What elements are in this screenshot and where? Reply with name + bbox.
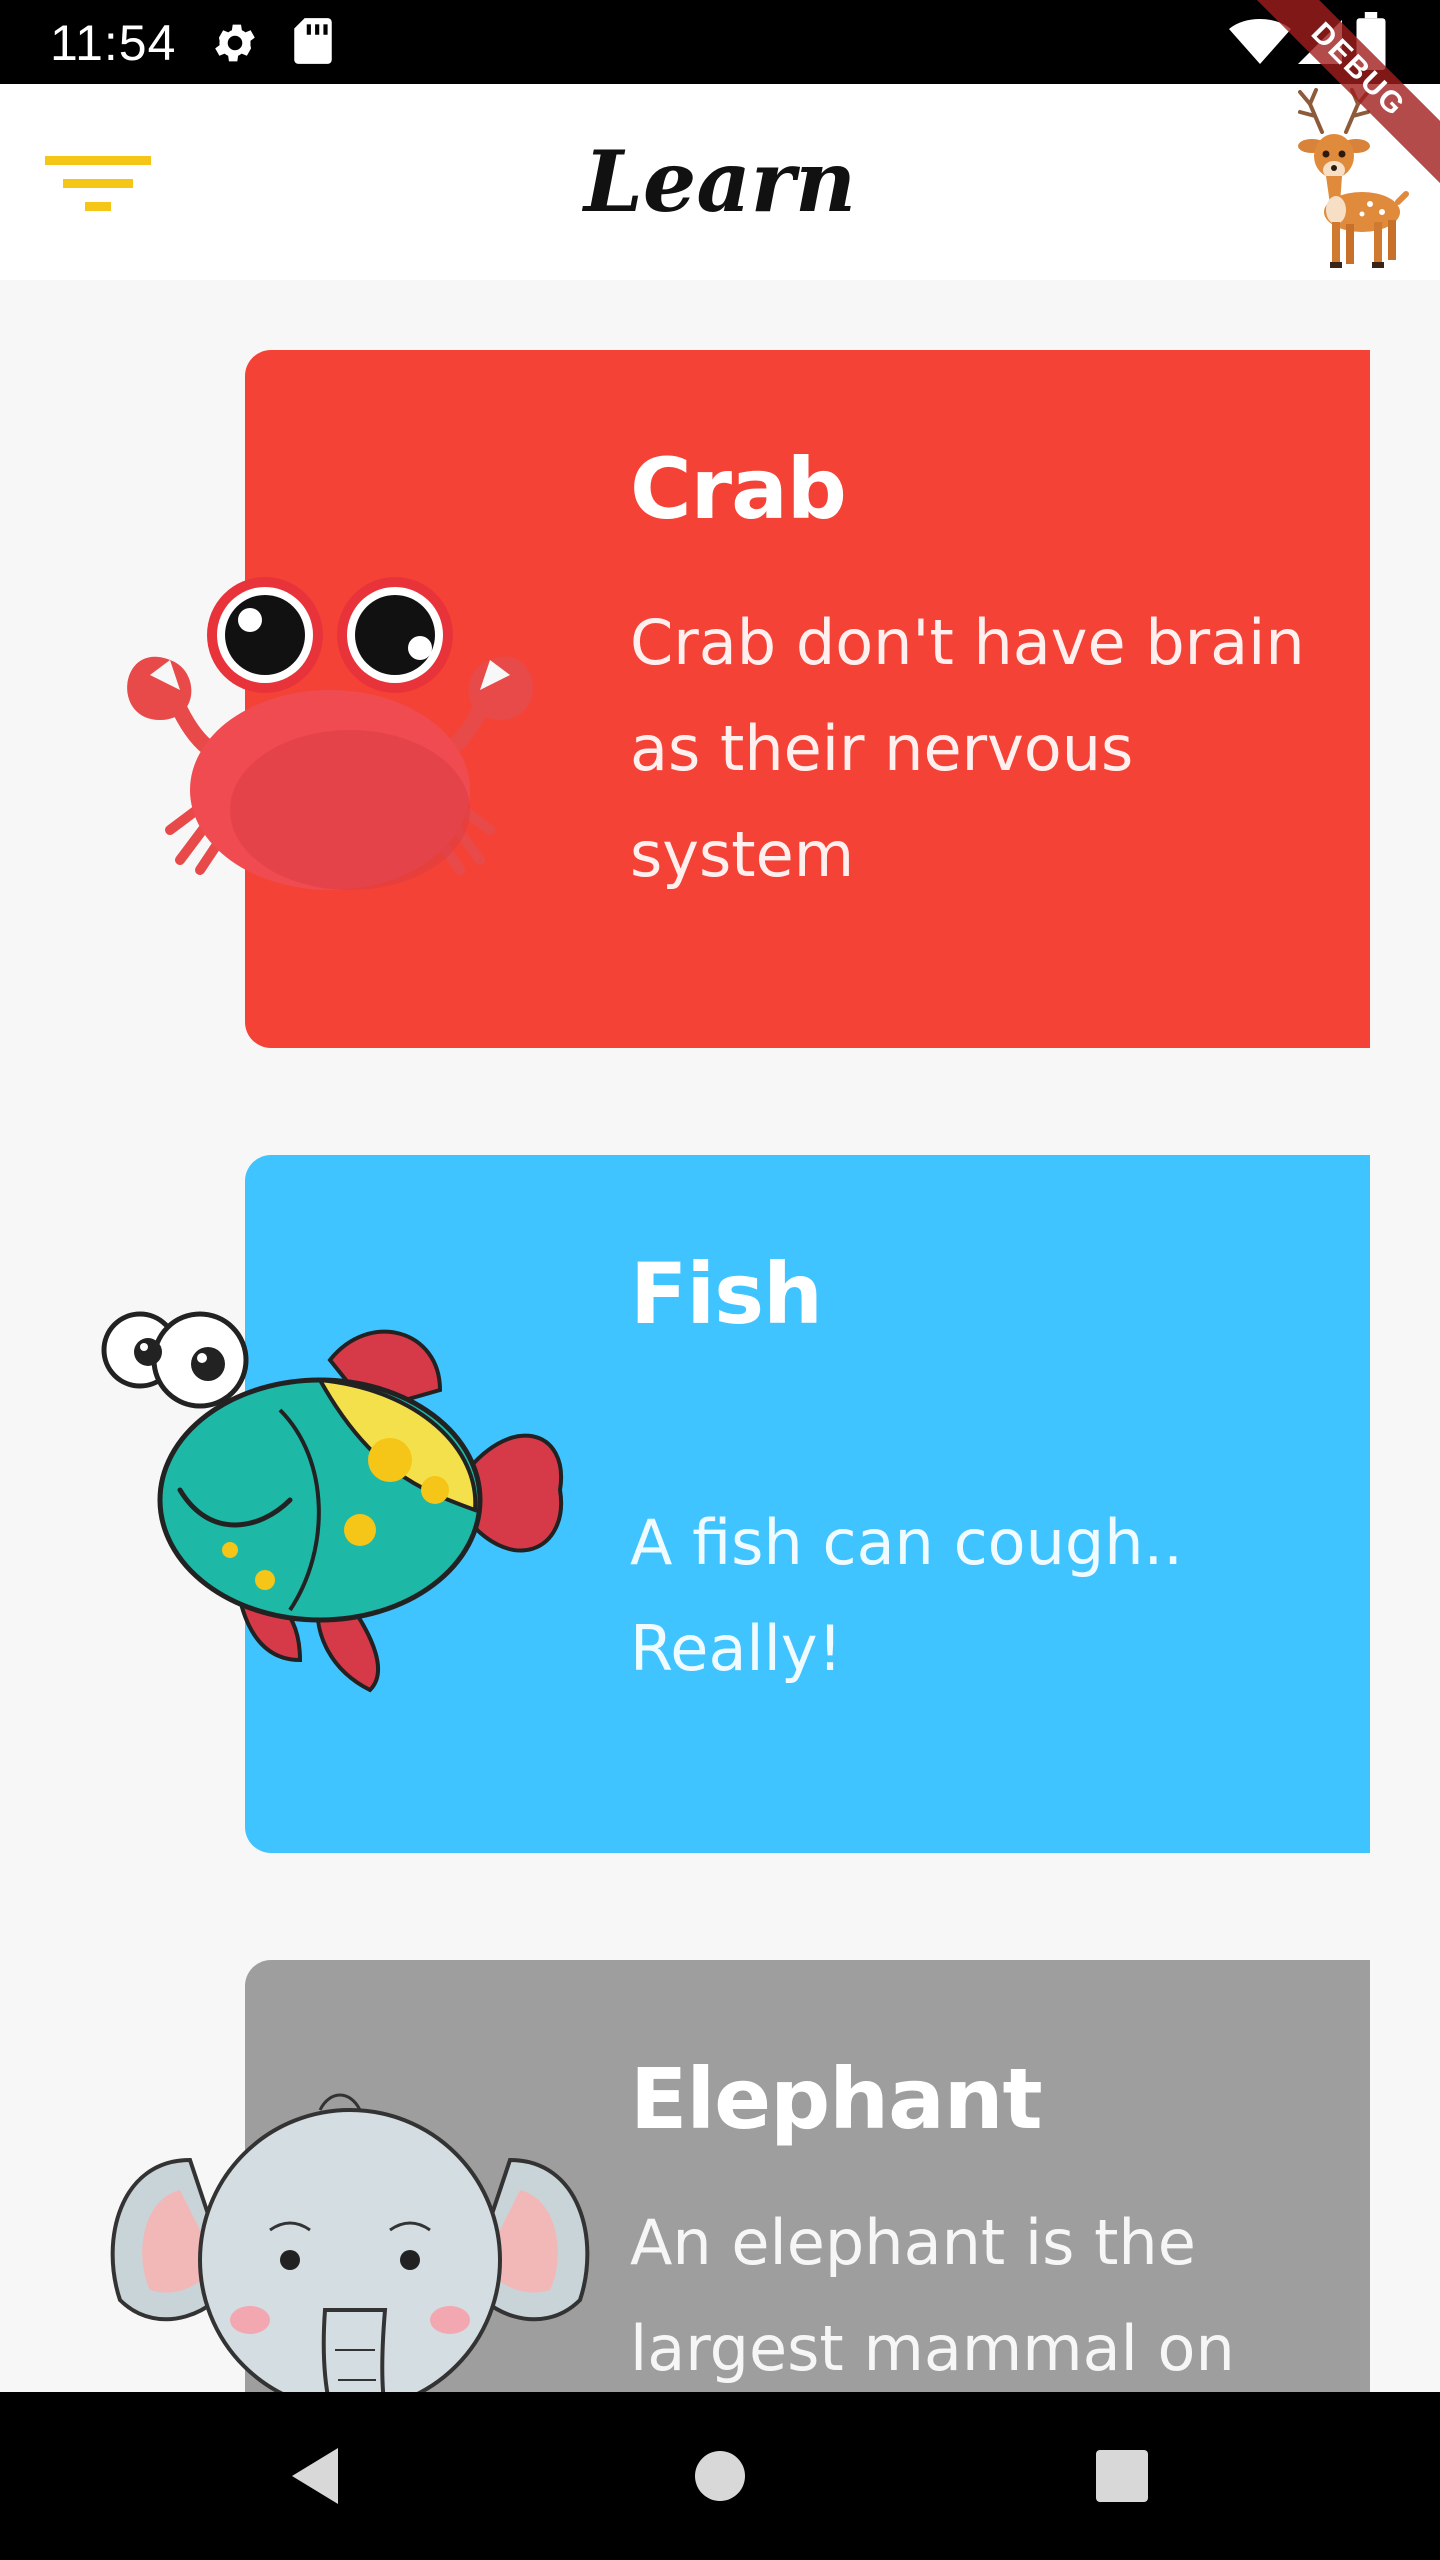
back-icon[interactable] (282, 2440, 354, 2512)
card-title: Elephant (630, 2050, 1043, 2148)
app-bar: Learn (0, 84, 1440, 280)
recents-icon[interactable] (1086, 2440, 1158, 2512)
card-fact: An elephant is the largest mammal on (630, 2206, 1235, 2385)
sd-card-icon (294, 18, 332, 64)
card-fact: Crab don't have brain as their nervous s… (630, 606, 1305, 891)
signal-icon (1298, 20, 1342, 64)
page-title: Learn (583, 132, 857, 231)
battery-icon (1356, 12, 1386, 70)
gear-icon (215, 24, 255, 62)
fish-icon (101, 1311, 564, 1693)
wifi-icon (1229, 19, 1291, 64)
status-bar: 11:54 (0, 0, 1440, 84)
card-title: Fish (630, 1245, 823, 1343)
card-title: Crab (630, 440, 847, 538)
status-time: 11:54 (50, 15, 177, 71)
deer-icon[interactable] (1270, 84, 1410, 274)
home-icon[interactable] (684, 2440, 756, 2512)
navigation-bar (0, 2392, 1440, 2560)
card-fact: A fish can cough.. Really! (630, 1506, 1183, 1685)
crab-icon (127, 577, 533, 890)
